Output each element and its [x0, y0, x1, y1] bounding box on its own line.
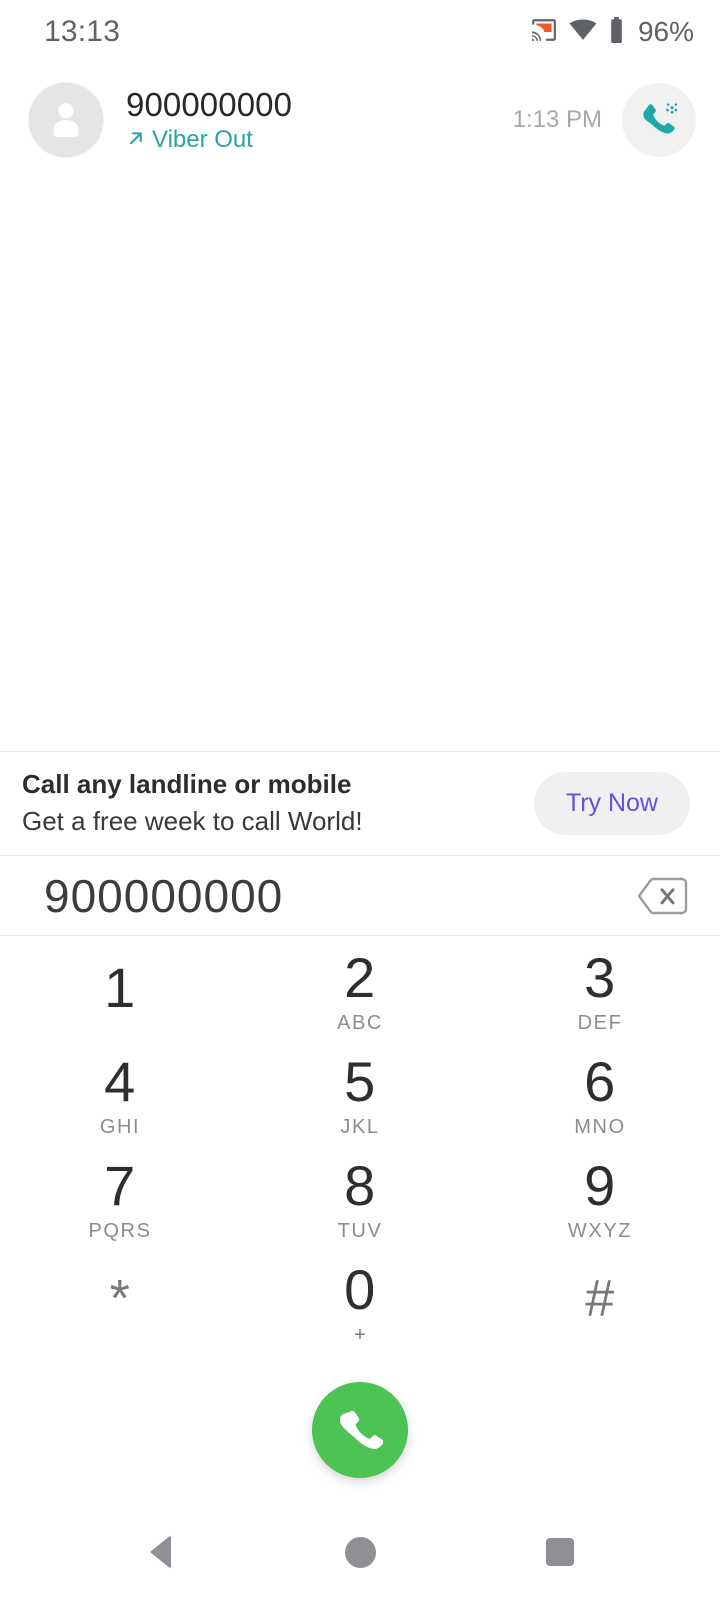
android-nav-bar — [0, 1504, 720, 1600]
key-digit-label: 2 — [344, 951, 376, 1005]
key-letters-label: GHI — [100, 1117, 140, 1137]
promo-subtitle: Get a free week to call World! — [22, 804, 534, 839]
promo-text-block: Call any landline or mobile Get a free w… — [22, 768, 534, 840]
back-triangle-icon[interactable] — [115, 1507, 205, 1597]
key-digit-label: 5 — [344, 1055, 376, 1109]
promo-title: Call any landline or mobile — [22, 768, 534, 802]
home-circle-icon[interactable] — [315, 1507, 405, 1597]
dialpad-key-3[interactable]: 3 DEF — [480, 940, 720, 1044]
dialpad-key-star[interactable]: * — [0, 1252, 240, 1356]
dialpad-key-8[interactable]: 8 TUV — [240, 1148, 480, 1252]
viber-out-call-icon[interactable] — [622, 83, 696, 157]
person-avatar-icon — [28, 82, 104, 158]
call-log-subtitle: Viber Out — [126, 126, 513, 154]
call-log-info: 900000000 Viber Out — [126, 86, 513, 155]
key-digit-label: 0 — [344, 1263, 376, 1317]
key-digit-label: 4 — [104, 1055, 136, 1109]
key-letters-label: TUV — [338, 1221, 383, 1241]
call-type-label: Viber Out — [152, 126, 253, 154]
status-bar: 13:13 96% — [0, 0, 720, 64]
try-now-button[interactable]: Try Now — [534, 772, 690, 835]
dialpad-key-4[interactable]: 4 GHI — [0, 1044, 240, 1148]
dialpad-key-6[interactable]: 6 MNO — [480, 1044, 720, 1148]
phone-call-icon — [337, 1407, 383, 1453]
dialed-number-bar[interactable]: 900000000 — [0, 856, 720, 936]
dialpad-grid: 1 2 ABC 3 DEF 4 GHI 5 JKL 6 MNO 7 PQRS 8 — [0, 936, 720, 1356]
key-letters-label: PQRS — [88, 1221, 151, 1241]
key-digit-label: 1 — [104, 961, 136, 1015]
dialpad-key-7[interactable]: 7 PQRS — [0, 1148, 240, 1252]
key-digit-label: 7 — [104, 1159, 136, 1213]
key-digit-label: 8 — [344, 1159, 376, 1213]
status-bar-icons: 96% — [531, 16, 694, 48]
key-plus-label: + — [354, 1325, 366, 1345]
wifi-icon — [569, 19, 597, 46]
battery-icon — [609, 17, 624, 48]
recents-square-icon[interactable] — [515, 1507, 605, 1597]
key-letters-label: MNO — [574, 1117, 625, 1137]
dialpad-key-2[interactable]: 2 ABC — [240, 940, 480, 1044]
dialpad-key-5[interactable]: 5 JKL — [240, 1044, 480, 1148]
key-letters-label: WXYZ — [568, 1221, 632, 1241]
key-digit-label: 9 — [584, 1159, 616, 1213]
dialpad-key-1[interactable]: 1 — [0, 940, 240, 1044]
key-digit-label: * — [110, 1275, 131, 1325]
status-bar-clock: 13:13 — [44, 15, 120, 49]
dialpad-key-hash[interactable]: # — [480, 1252, 720, 1356]
call-log-time: 1:13 PM — [513, 106, 602, 134]
key-digit-label: # — [585, 1275, 614, 1325]
key-letters-label: DEF — [578, 1013, 623, 1033]
key-digit-label: 3 — [584, 951, 616, 1005]
battery-percent-label: 96% — [638, 16, 694, 48]
cast-icon — [531, 19, 557, 46]
call-button-area — [0, 1356, 720, 1504]
backspace-delete-icon[interactable] — [628, 868, 698, 924]
key-letters-label: ABC — [337, 1013, 383, 1033]
dialer-screen: 13:13 96% — [0, 0, 720, 1600]
call-log-number: 900000000 — [126, 86, 513, 124]
promo-banner[interactable]: Call any landline or mobile Get a free w… — [0, 751, 720, 856]
call-button[interactable] — [312, 1382, 408, 1478]
key-letters-label: JKL — [340, 1117, 379, 1137]
dialed-number-field[interactable]: 900000000 — [44, 869, 628, 923]
key-digit-label: 6 — [584, 1055, 616, 1109]
call-log-row[interactable]: 900000000 Viber Out 1:13 PM — [0, 64, 720, 176]
outgoing-arrow-icon — [126, 128, 146, 153]
dialpad-key-0[interactable]: 0 + — [240, 1252, 480, 1356]
dialpad-key-9[interactable]: 9 WXYZ — [480, 1148, 720, 1252]
call-log-empty-area — [0, 176, 720, 751]
